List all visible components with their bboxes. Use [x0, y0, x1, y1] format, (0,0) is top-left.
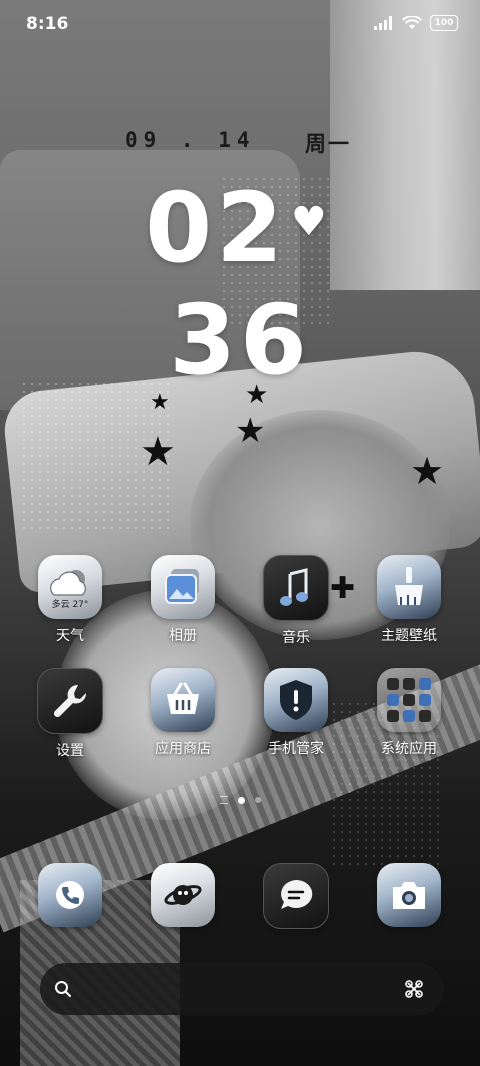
app-label: 系统应用 — [381, 741, 437, 757]
dock-browser[interactable] — [128, 863, 238, 927]
home-screen: ★ ★ ★ ★ ★ ✚ 8:16 100 09 . 14 周一 02 ♥ 36 … — [0, 0, 480, 1066]
planet-browser-icon — [151, 863, 215, 927]
heart-separator-icon: ♥ — [290, 199, 331, 245]
app-label: 音乐 — [282, 630, 310, 646]
music-note-icon — [263, 555, 329, 621]
app-weather[interactable]: 多云 27° 天气 — [15, 555, 125, 645]
clock-time: 02 ♥ 36 — [0, 172, 480, 396]
cellular-signal-icon — [374, 16, 392, 30]
battery-level: 100 — [434, 18, 454, 28]
app-label: 天气 — [56, 628, 84, 644]
page-indicator[interactable] — [0, 796, 480, 804]
clock-minutes: 36 — [169, 284, 311, 396]
search-bar[interactable] — [40, 963, 444, 1015]
status-time: 8:16 — [26, 14, 69, 34]
app-label: 相册 — [169, 628, 197, 644]
page-dot-active[interactable] — [237, 796, 245, 804]
status-bar: 8:16 100 — [0, 0, 480, 50]
page-dot[interactable] — [219, 796, 228, 804]
app-music[interactable]: 音乐 — [241, 555, 351, 647]
app-label: 设置 — [56, 743, 84, 759]
dock-messages[interactable] — [241, 863, 351, 929]
folder-icon — [377, 668, 441, 732]
gallery-icon — [151, 555, 215, 619]
page-dot[interactable] — [254, 797, 261, 803]
app-label: 手机管家 — [268, 741, 324, 757]
camera-icon — [377, 863, 441, 927]
shopping-basket-icon — [151, 668, 215, 732]
wifi-icon — [402, 16, 422, 29]
app-label: 主题壁纸 — [381, 628, 437, 644]
battery-indicator: 100 — [430, 15, 458, 31]
shield-icon — [264, 668, 328, 732]
weather-icon: 多云 27° — [38, 555, 102, 619]
wrench-icon — [37, 668, 103, 734]
search-icon[interactable] — [54, 980, 72, 998]
app-gallery[interactable]: 相册 — [128, 555, 238, 645]
app-label: 应用商店 — [155, 741, 211, 757]
dock-camera[interactable] — [354, 863, 464, 927]
phone-icon — [38, 863, 102, 927]
app-settings[interactable]: 设置 — [15, 668, 125, 760]
clock-hours: 02 — [145, 172, 287, 284]
app-themes[interactable]: 主题壁纸 — [354, 555, 464, 645]
dock-phone[interactable] — [15, 863, 125, 927]
message-bubble-icon — [263, 863, 329, 929]
app-store[interactable]: 应用商店 — [128, 668, 238, 758]
scan-icon[interactable] — [404, 979, 424, 999]
weather-condition: 多云 27° — [51, 600, 89, 610]
app-phone-manager[interactable]: 手机管家 — [241, 668, 351, 758]
paintbrush-icon — [377, 555, 441, 619]
date-text: 09 . 14 — [125, 128, 256, 152]
weekday-text: 周一 — [305, 132, 351, 156]
folder-system-apps[interactable]: 系统应用 — [354, 668, 464, 758]
